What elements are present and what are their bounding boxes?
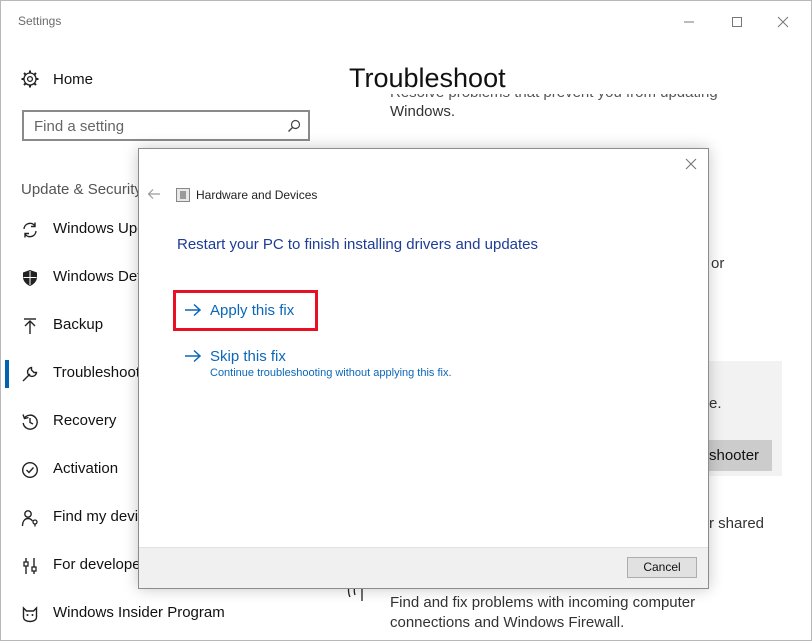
refresh-icon [21, 221, 39, 239]
apply-fix-label: Apply this fix [210, 301, 295, 319]
cancel-button[interactable]: Cancel [627, 557, 697, 578]
page-title: Troubleshoot [349, 63, 506, 93]
skip-fix-label: Skip this fix [210, 347, 286, 365]
sidebar-item-label: Windows Defender [53, 268, 139, 285]
maximize-icon [732, 17, 742, 27]
sidebar-item-label: Backup [53, 316, 104, 333]
shield-icon [21, 269, 39, 287]
sidebar-item-label: Recovery [53, 412, 117, 429]
title-bar: Settings [1, 1, 811, 43]
history-icon [21, 413, 39, 431]
run-troubleshooter-button[interactable]: shooter [709, 440, 772, 471]
dialog-close-icon[interactable] [684, 157, 698, 171]
gear-icon [21, 70, 39, 88]
sidebar-item-label: Windows Update [53, 220, 139, 237]
sidebar-item-label: Troubleshoot [53, 364, 139, 381]
sidebar-item-windows-defender[interactable]: Windows Defender [1, 258, 139, 298]
back-arrow-icon[interactable] [147, 188, 161, 200]
search-input[interactable]: Find a setting [22, 110, 310, 141]
desc-line-2: connections and Windows Firewall. [390, 614, 625, 631]
troubleshooter-dialog: Hardware and Devices Restart your PC to … [138, 148, 709, 589]
check-circle-icon [21, 461, 39, 479]
dialog-footer: Cancel [139, 547, 708, 588]
desc-line-1: Resolve problems that prevent you from u… [390, 94, 740, 102]
search-placeholder: Find a setting [34, 118, 125, 135]
section-title: Update & Security [21, 181, 142, 198]
background-text-fragment: e. [709, 395, 722, 412]
home-label: Home [53, 70, 94, 88]
close-button[interactable] [760, 7, 806, 37]
arrow-right-icon [185, 349, 202, 363]
backup-arrow-icon [21, 317, 39, 335]
dialog-title: Hardware and Devices [196, 188, 318, 202]
wrench-icon [21, 365, 39, 383]
close-icon [777, 16, 789, 28]
sidebar-item-label: Activation [53, 460, 119, 477]
incoming-connections-description: Find and fix problems with incoming comp… [390, 593, 740, 633]
search-icon [288, 119, 301, 132]
sidebar-item-for-developers[interactable]: For developers [1, 546, 139, 586]
hardware-devices-icon [176, 188, 190, 202]
sidebar-item-recovery[interactable]: Recovery [1, 402, 139, 442]
desc-line-1: Find and fix problems with incoming comp… [390, 594, 696, 611]
insider-cat-icon [21, 605, 39, 623]
dialog-heading: Restart your PC to finish installing dri… [177, 236, 539, 253]
sidebar-item-find-my-device[interactable]: Find my device [1, 498, 139, 538]
windows-update-description: Resolve problems that prevent you from u… [390, 94, 740, 122]
sidebar-item-label: Find my device [53, 508, 139, 525]
sidebar-item-windows-insider[interactable]: Windows Insider Program [1, 594, 261, 634]
minimize-icon [684, 21, 694, 23]
sidebar-item-label: Windows Insider Program [53, 604, 225, 621]
sidebar-item-label: For developers [53, 556, 139, 573]
desc-line-2: Windows. [390, 103, 456, 120]
maximize-button[interactable] [714, 7, 760, 37]
background-text-fragment: or [711, 255, 725, 272]
minimize-button[interactable] [666, 7, 712, 37]
sidebar-item-troubleshoot[interactable]: Troubleshoot [1, 354, 139, 394]
arrow-right-icon [185, 303, 202, 317]
sidebar-item-activation[interactable]: Activation [1, 450, 139, 490]
skip-fix-button[interactable]: Skip this fix [184, 345, 286, 367]
skip-fix-description: Continue troubleshooting without applyin… [210, 367, 452, 379]
person-location-icon [21, 509, 39, 527]
settings-window: Settings Home Find a setting Update & Se… [0, 0, 812, 641]
developer-tools-icon [21, 557, 39, 575]
home-link[interactable]: Home [21, 67, 93, 91]
background-text-fragment: r shared [709, 515, 765, 532]
sidebar-item-windows-update[interactable]: Windows Update [1, 210, 139, 250]
sidebar-item-backup[interactable]: Backup [1, 306, 139, 346]
apply-fix-button[interactable]: Apply this fix [184, 299, 294, 321]
window-title: Settings [18, 14, 62, 28]
